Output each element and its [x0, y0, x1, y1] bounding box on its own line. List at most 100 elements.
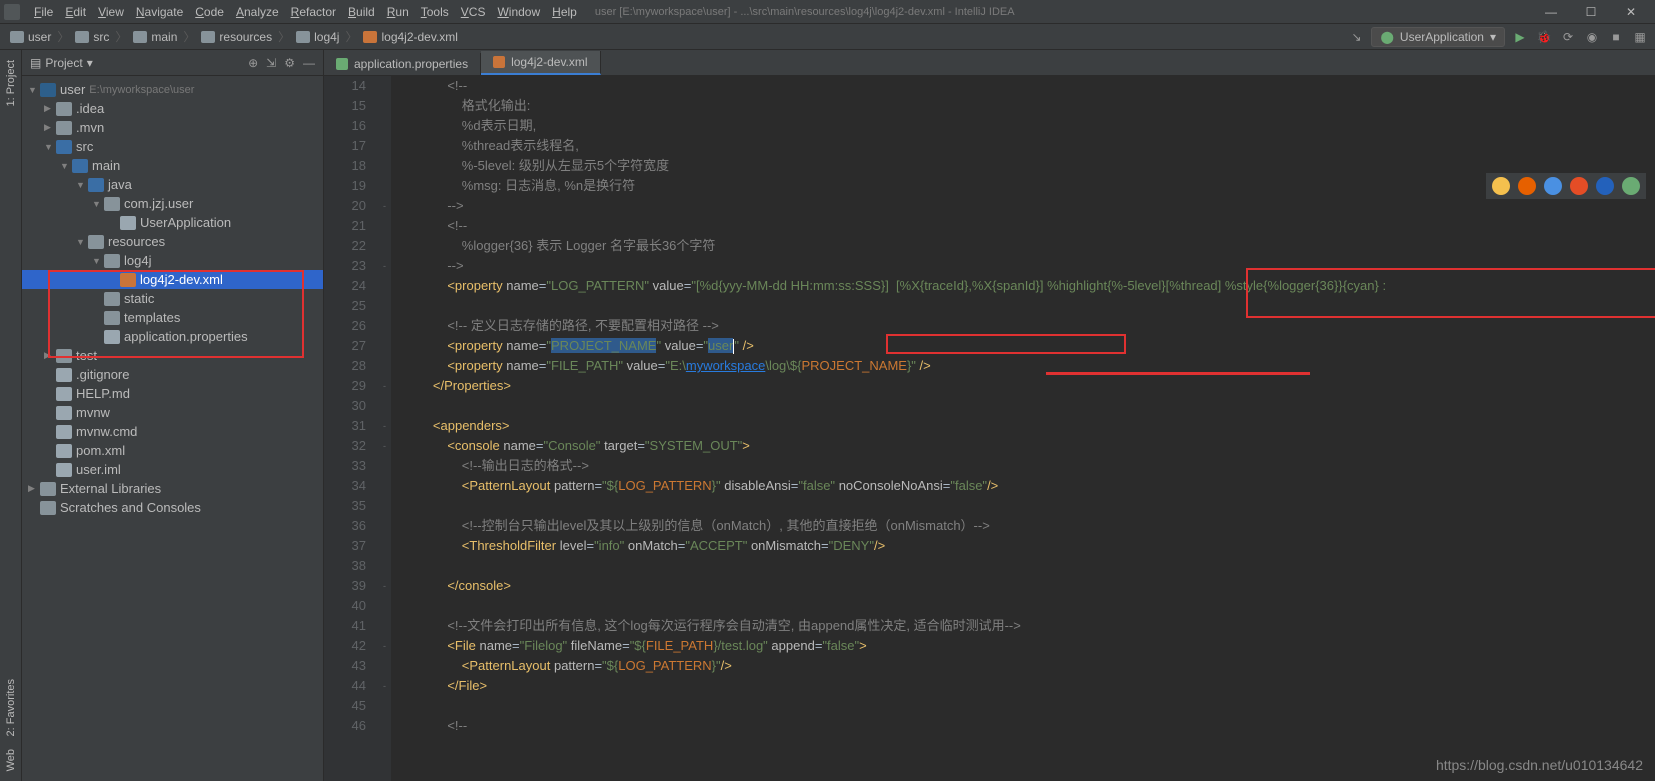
menu-window[interactable]: Window: [491, 3, 546, 21]
menu-navigate[interactable]: Navigate: [130, 3, 189, 21]
maximize-button[interactable]: ☐: [1571, 5, 1611, 19]
menu-tools[interactable]: Tools: [415, 3, 455, 21]
file-icon: [104, 330, 120, 344]
tree-item-log4j2-dev.xml[interactable]: log4j2-dev.xml: [22, 270, 323, 289]
watermark: https://blog.csdn.net/u010134642: [1436, 757, 1643, 773]
tree-item-user[interactable]: ▼userE:\myworkspace\user: [22, 80, 323, 99]
tree-item-static[interactable]: static: [22, 289, 323, 308]
locate-icon[interactable]: ⊕: [248, 56, 258, 70]
close-button[interactable]: ✕: [1611, 5, 1651, 19]
folder-icon: [10, 31, 24, 43]
fold-bar[interactable]: --------: [378, 76, 392, 781]
code-editor[interactable]: 1415161718192021222324252627282930313233…: [324, 76, 1655, 781]
favorites-tool-tab[interactable]: 2: Favorites: [5, 679, 17, 736]
folder-blue-icon: [56, 140, 72, 154]
left-tool-gutter-bottom: 2: Favorites Web: [0, 679, 22, 781]
menu-run[interactable]: Run: [381, 3, 415, 21]
breadcrumb-user[interactable]: user: [6, 30, 55, 44]
menu-help[interactable]: Help: [546, 3, 583, 21]
tree-item-user.iml[interactable]: user.iml: [22, 460, 323, 479]
run-config-selector[interactable]: ⬤ UserApplication ▾: [1371, 27, 1505, 47]
tree-item-test[interactable]: ▶test: [22, 346, 323, 365]
tree-item-mvnw.cmd[interactable]: mvnw.cmd: [22, 422, 323, 441]
breadcrumb-log4j[interactable]: log4j: [292, 30, 343, 44]
tree-item-log4j[interactable]: ▼log4j: [22, 251, 323, 270]
expand-arrow-icon[interactable]: ▼: [76, 180, 88, 190]
expand-arrow-icon[interactable]: ▼: [44, 142, 56, 152]
folder-icon: [133, 31, 147, 43]
expand-arrow-icon[interactable]: ▶: [44, 122, 56, 133]
menu-view[interactable]: View: [92, 3, 130, 21]
project-tree[interactable]: ▼userE:\myworkspace\user▶.idea▶.mvn▼src▼…: [22, 76, 323, 521]
tree-item-Scratches and Consoles[interactable]: Scratches and Consoles: [22, 498, 323, 517]
tree-item-application.properties[interactable]: application.properties: [22, 327, 323, 346]
tree-item-.mvn[interactable]: ▶.mvn: [22, 118, 323, 137]
expand-arrow-icon[interactable]: ▼: [92, 199, 104, 209]
tab-log4j2-dev.xml[interactable]: log4j2-dev.xml: [481, 51, 600, 75]
browser-icon-4[interactable]: [1596, 177, 1614, 195]
tree-item-.idea[interactable]: ▶.idea: [22, 99, 323, 118]
folder-icon: [104, 292, 120, 306]
browser-icon-2[interactable]: [1544, 177, 1562, 195]
project-view-selector[interactable]: ▤ Project ▾: [30, 56, 93, 70]
search-button[interactable]: ▦: [1631, 28, 1649, 46]
tab-application.properties[interactable]: application.properties: [324, 53, 481, 75]
tree-item-External Libraries[interactable]: ▶External Libraries: [22, 479, 323, 498]
debug-button[interactable]: 🐞: [1535, 28, 1553, 46]
app-logo-icon: [4, 4, 20, 20]
menu-build[interactable]: Build: [342, 3, 381, 21]
tree-item-src[interactable]: ▼src: [22, 137, 323, 156]
coverage-button[interactable]: ⟳: [1559, 28, 1577, 46]
tree-item-pom.xml[interactable]: pom.xml: [22, 441, 323, 460]
build-icon[interactable]: ↘: [1347, 28, 1365, 46]
expand-arrow-icon[interactable]: ▶: [44, 103, 56, 114]
expand-arrow-icon[interactable]: ▶: [28, 483, 40, 494]
folder-icon: [88, 235, 104, 249]
browser-icon-1[interactable]: [1518, 177, 1536, 195]
breadcrumb-log4j2-dev.xml[interactable]: log4j2-dev.xml: [359, 30, 461, 44]
menu-refactor[interactable]: Refactor: [285, 3, 342, 21]
web-tool-tab[interactable]: Web: [5, 749, 17, 771]
menu-vcs[interactable]: VCS: [455, 3, 492, 21]
folder-icon: [201, 31, 215, 43]
collapse-icon[interactable]: ⇲: [266, 56, 276, 70]
tree-item-resources[interactable]: ▼resources: [22, 232, 323, 251]
expand-arrow-icon[interactable]: ▼: [28, 85, 40, 95]
tree-item-main[interactable]: ▼main: [22, 156, 323, 175]
browser-icon-3[interactable]: [1570, 177, 1588, 195]
breadcrumb-resources[interactable]: resources: [197, 30, 276, 44]
menu-edit[interactable]: Edit: [59, 3, 92, 21]
tree-item-.gitignore[interactable]: .gitignore: [22, 365, 323, 384]
file-icon: [56, 387, 72, 401]
folder-icon: [40, 501, 56, 515]
breadcrumb-src[interactable]: src: [71, 30, 113, 44]
left-tool-gutter: 1: Project: [0, 50, 22, 781]
expand-arrow-icon[interactable]: ▼: [76, 237, 88, 247]
tree-item-java[interactable]: ▼java: [22, 175, 323, 194]
tree-item-templates[interactable]: templates: [22, 308, 323, 327]
mod-icon: [40, 83, 56, 97]
tree-item-UserApplication[interactable]: UserApplication: [22, 213, 323, 232]
menu-analyze[interactable]: Analyze: [230, 3, 285, 21]
stop-button[interactable]: ■: [1607, 28, 1625, 46]
minimize-button[interactable]: —: [1531, 5, 1571, 19]
gear-icon[interactable]: ⚙: [284, 56, 295, 70]
menu-code[interactable]: Code: [189, 3, 230, 21]
tree-item-com.jzj.user[interactable]: ▼com.jzj.user: [22, 194, 323, 213]
tree-item-mvnw[interactable]: mvnw: [22, 403, 323, 422]
browser-icon-0[interactable]: [1492, 177, 1510, 195]
browser-icon-5[interactable]: [1622, 177, 1640, 195]
breadcrumb-main[interactable]: main: [129, 30, 181, 44]
run-button[interactable]: ▶: [1511, 28, 1529, 46]
code-content[interactable]: <!-- 格式化输出: %d表示日期, %thread表示线程名, %-5lev…: [392, 76, 1655, 781]
file-icon: [56, 463, 72, 477]
menu-file[interactable]: File: [28, 3, 59, 21]
profile-button[interactable]: ◉: [1583, 28, 1601, 46]
hide-icon[interactable]: —: [303, 56, 315, 70]
project-tool-tab[interactable]: 1: Project: [3, 56, 19, 110]
expand-arrow-icon[interactable]: ▶: [44, 350, 56, 361]
expand-arrow-icon[interactable]: ▼: [60, 161, 72, 171]
folder-icon: [75, 31, 89, 43]
expand-arrow-icon[interactable]: ▼: [92, 256, 104, 266]
tree-item-HELP.md[interactable]: HELP.md: [22, 384, 323, 403]
